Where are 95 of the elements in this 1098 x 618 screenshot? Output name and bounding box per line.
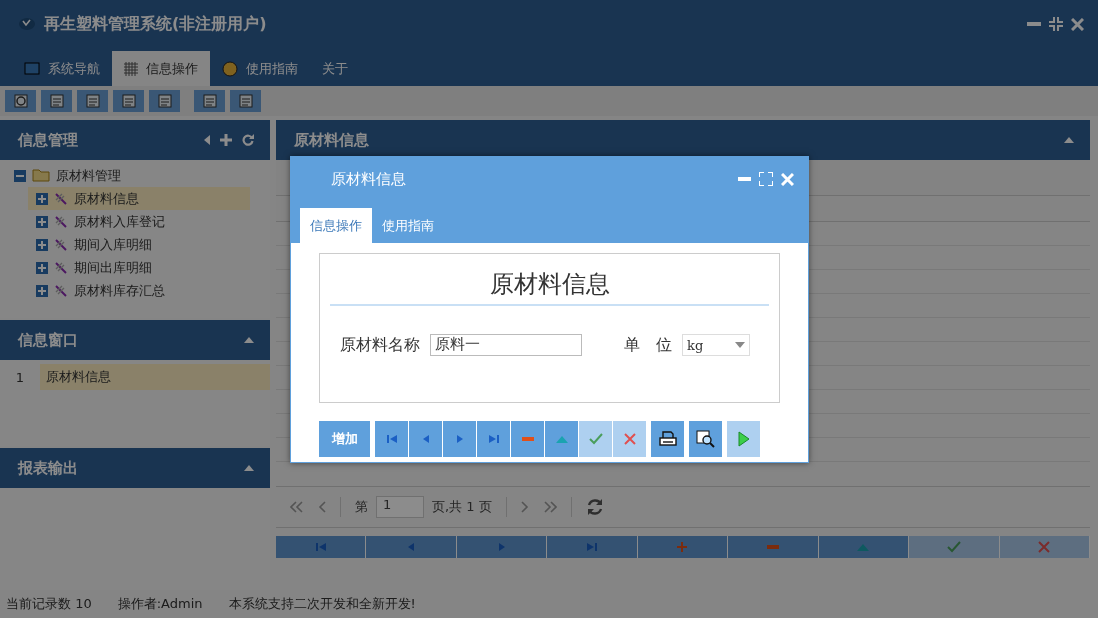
panel-title: 原材料信息: [294, 130, 369, 150]
field-label: 单 位: [624, 334, 672, 356]
collapse-up-icon[interactable]: [244, 337, 254, 343]
plus-icon: [677, 542, 688, 552]
page-total: 页,共 1 页: [432, 498, 492, 516]
page-number-field[interactable]: 1: [376, 496, 424, 518]
panel-title: 信息管理: [18, 130, 78, 150]
folder-icon: [32, 169, 50, 182]
tree-item[interactable]: 期间出库明细: [28, 256, 250, 279]
tree-item[interactable]: 原材料入库登记: [28, 210, 250, 233]
dialog-tab[interactable]: 使用指南: [372, 208, 444, 243]
toolbar-button[interactable]: [194, 90, 225, 112]
monitor-icon: [24, 62, 40, 75]
previous-page-icon[interactable]: [318, 501, 326, 513]
last-icon: [487, 434, 500, 444]
first-page-icon[interactable]: [290, 501, 304, 513]
field-label: 原材料名称: [340, 334, 420, 356]
tree-label: 原材料管理: [56, 166, 121, 185]
row-number: 1: [14, 369, 26, 385]
logo-icon: [18, 17, 36, 31]
up-triangle-icon: [857, 543, 870, 551]
tools-icon: [54, 191, 68, 206]
minus-icon: [521, 437, 534, 441]
dialog-tab[interactable]: 信息操作: [300, 208, 372, 243]
collapse-left-icon[interactable]: [204, 135, 210, 145]
toolbar-button[interactable]: [41, 90, 72, 112]
last-icon: [586, 542, 599, 552]
tools-icon: [54, 237, 68, 252]
collapse-up-icon[interactable]: [1064, 137, 1074, 143]
next-icon: [454, 434, 465, 444]
collapse-toggle-icon[interactable]: [14, 169, 26, 182]
toolbar-button[interactable]: [230, 90, 261, 112]
expand-toggle-icon[interactable]: [36, 284, 48, 297]
refresh-icon[interactable]: [242, 134, 254, 146]
window-title: 再生塑料管理系统(非注册用户): [44, 13, 268, 35]
plus-icon[interactable]: [220, 134, 232, 146]
panel-title: 报表输出: [18, 458, 78, 478]
tools-icon: [54, 260, 68, 275]
up-triangle-icon: [555, 435, 568, 443]
cross-icon: [1038, 541, 1051, 553]
navigation-button[interactable]: [689, 421, 722, 457]
first-icon: [314, 542, 327, 552]
name-field[interactable]: 原料一: [430, 334, 582, 356]
expand-toggle-icon[interactable]: [36, 238, 48, 251]
expand-toggle-icon[interactable]: [36, 261, 48, 274]
tree-item[interactable]: 原材料库存汇总: [28, 279, 250, 302]
tree-item[interactable]: 原材料信息: [28, 187, 250, 210]
dialog-title: 原材料信息: [331, 169, 406, 189]
toolbar-button[interactable]: [5, 90, 36, 112]
list-icon: [48, 93, 65, 109]
status-text: 本系统支持二次开发和全新开发!: [228, 595, 416, 613]
menu-tab[interactable]: 信息操作: [112, 51, 210, 86]
help-icon: [222, 60, 238, 77]
menu-tab[interactable]: 关于: [310, 51, 360, 86]
play-icon: [737, 431, 750, 447]
tree-item[interactable]: 期间入库明细: [28, 233, 250, 256]
toolbar-button[interactable]: [113, 90, 144, 112]
refresh-icon[interactable]: [585, 498, 604, 516]
navigation-button[interactable]: [651, 421, 684, 457]
panel-title: 信息窗口: [18, 330, 78, 350]
magnifier-icon: [695, 430, 716, 448]
toolbar-button[interactable]: [149, 90, 180, 112]
search-icon: [12, 93, 29, 109]
toolbar-button[interactable]: [77, 90, 108, 112]
cross-icon: [623, 433, 636, 445]
status-text: 操作者:Admin: [117, 595, 203, 613]
add-button[interactable]: 增加: [319, 421, 370, 457]
printer-icon: [658, 430, 677, 448]
collapse-up-icon[interactable]: [244, 465, 254, 471]
grid-icon: [124, 61, 138, 76]
last-page-icon[interactable]: [542, 501, 557, 513]
unit-dropdown[interactable]: kg: [682, 334, 750, 356]
expand-toggle-icon[interactable]: [36, 215, 48, 228]
next-icon: [496, 542, 507, 552]
minus-icon: [766, 545, 779, 549]
form-title: 原材料信息: [330, 254, 769, 306]
page-label: 第: [355, 498, 368, 516]
expand-toggle-icon[interactable]: [36, 192, 48, 205]
first-icon: [385, 434, 398, 444]
close-icon[interactable]: [781, 172, 794, 186]
status-text: 当前记录数 10: [6, 595, 92, 613]
next-page-icon[interactable]: [520, 501, 529, 513]
dropdown-caret-icon: [735, 342, 745, 348]
menu-tab[interactable]: 使用指南: [210, 51, 310, 86]
tree-folder[interactable]: 原材料管理: [6, 164, 264, 187]
check-icon: [588, 433, 603, 445]
tools-icon: [54, 214, 68, 229]
check-icon: [946, 541, 961, 553]
menu-tab[interactable]: 系统导航: [12, 51, 112, 86]
maximize-icon[interactable]: [759, 172, 773, 186]
close-icon[interactable]: [1071, 17, 1084, 31]
tools-icon: [54, 283, 68, 298]
previous-icon: [406, 542, 417, 552]
window-list-item[interactable]: 原材料信息: [40, 364, 270, 390]
restore-icon[interactable]: [1049, 17, 1063, 31]
